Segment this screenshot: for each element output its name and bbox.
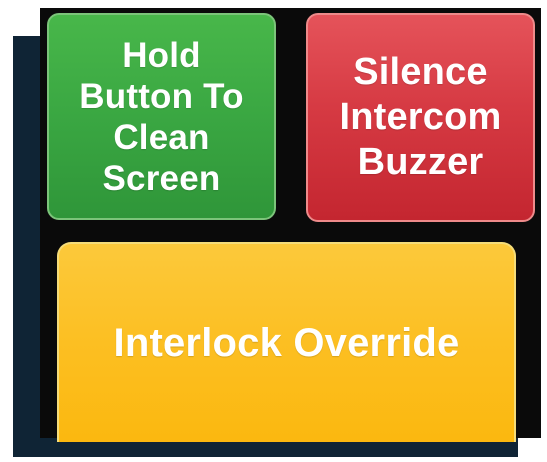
page: Hold Button To Clean Screen Silence Inte… xyxy=(0,0,547,462)
interlock-override-label: Interlock Override xyxy=(113,321,460,365)
clean-screen-button[interactable]: Hold Button To Clean Screen xyxy=(47,13,276,220)
silence-intercom-label: Silence Intercom Buzzer xyxy=(339,51,502,183)
clean-screen-label: Hold Button To Clean Screen xyxy=(79,35,244,198)
silence-intercom-button[interactable]: Silence Intercom Buzzer xyxy=(306,13,535,222)
interlock-override-button[interactable]: Interlock Override xyxy=(57,242,516,442)
